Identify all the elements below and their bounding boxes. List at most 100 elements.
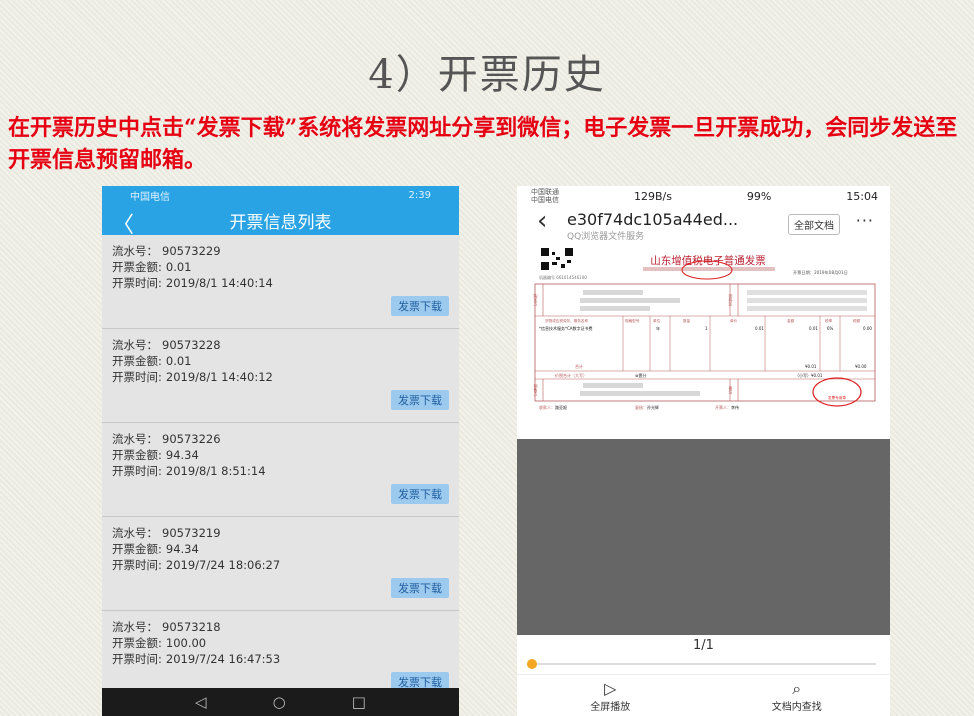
find-in-document-button[interactable]: ⌕ 文档内查找 [704, 675, 891, 716]
time-line: 开票时间: 2019/7/24 16:47:53 [112, 651, 449, 667]
serial-line: 流水号： 90573219 [112, 525, 449, 541]
buyer-section-label: 购买方 [534, 293, 539, 307]
serial-line: 流水号： 90573229 [112, 243, 449, 259]
nav-home-icon[interactable]: ○ [273, 693, 286, 711]
find-in-document-label: 文档内查找 [771, 701, 822, 713]
invoice-item-tax: 0.00 [863, 326, 872, 331]
amount-label: 开票金额: [112, 448, 162, 462]
invoice-download-button[interactable]: 发票下载 [391, 390, 449, 410]
amount-label: 开票金额: [112, 636, 162, 650]
svg-text:单位: 单位 [653, 318, 661, 323]
svg-text:货物或应税劳务、服务名称: 货物或应税劳务、服务名称 [545, 318, 589, 323]
android-nav-bar: ◁ ○ □ [102, 688, 459, 716]
slide-description: 在开票历史中点击“发票下载”系统将发票网址分享到微信；电子发票一旦开票成功，会同… [8, 115, 958, 173]
svg-text:机器编号 661014546100: 机器编号 661014546100 [539, 274, 587, 280]
carrier-2: 中国电信 [531, 196, 559, 204]
time-line: 开票时间: 2019/8/1 14:40:14 [112, 275, 449, 291]
nav-recent-icon[interactable]: □ [352, 693, 366, 711]
invoice-download-button[interactable]: 发票下载 [391, 296, 449, 316]
invoice-sum-amount: ¥0.01 [805, 364, 817, 369]
carrier-text: 中国电信 [130, 192, 170, 203]
back-icon[interactable]: ‹ [537, 206, 547, 236]
serial-value: 90573228 [162, 338, 221, 352]
page-slider[interactable] [531, 663, 876, 665]
time-label: 开票时间: [112, 652, 162, 666]
serial-label: 流水号： [112, 526, 158, 540]
amount-line: 开票金额: 0.01 [112, 353, 449, 369]
svg-text:税率: 税率 [825, 318, 833, 323]
invoice-item-name: *信息技术服务*CA数字证书费 [539, 325, 593, 331]
serial-value: 90573218 [162, 620, 221, 634]
serial-line: 流水号： 90573218 [112, 619, 449, 635]
slide-title: 4）开票历史 [368, 52, 606, 98]
amount-value: 0.01 [165, 260, 192, 274]
page-title: 开票信息列表 [229, 212, 332, 233]
page-slider-handle[interactable] [527, 659, 537, 669]
serial-value: 90573226 [162, 432, 221, 446]
svg-text:规格型号: 规格型号 [625, 318, 640, 323]
time-text: 15:04 [846, 189, 878, 203]
serial-value: 90573219 [162, 526, 221, 540]
time-value: 2019/8/1 14:40:14 [165, 276, 273, 290]
carrier-1: 中国联通 [531, 188, 559, 196]
document-title: e30f74dc105a44ed... [567, 210, 739, 229]
invoice-item-amount: 0.01 [809, 326, 818, 331]
amount-value: 0.01 [165, 354, 192, 368]
amount-label: 开票金额: [112, 542, 162, 556]
time-text: 2:39 [408, 190, 431, 201]
invoice-download-button[interactable]: 发票下载 [391, 578, 449, 598]
svg-text:金额: 金额 [787, 318, 795, 323]
invoice-item-unit: 年 [656, 325, 660, 331]
serial-label: 流水号： [112, 338, 158, 352]
svg-text:单价: 单价 [730, 318, 738, 323]
invoice-download-button[interactable]: 发票下载 [391, 484, 449, 504]
viewer-bottom-toolbar: ▷ 全屏播放 ⌕ 文档内查找 [517, 674, 890, 716]
invoice-sum-tax: ¥0.00 [855, 364, 867, 369]
network-speed: 129B/s [633, 189, 672, 203]
amount-value: 94.34 [165, 448, 199, 462]
svg-text:数量: 数量 [683, 318, 691, 323]
left-phone-screenshot: 中国电信 2:39 〈 开票信息列表 流水号： 90573229 开票金额: 0.01… [102, 186, 459, 716]
time-line: 开票时间: 2019/8/1 8:51:14 [112, 463, 449, 479]
invoice-total-small: （小写）¥0.01 [795, 372, 823, 378]
amount-value: 100.00 [165, 636, 207, 650]
time-label: 开票时间: [112, 276, 162, 290]
seller-section-label: 销售方 [534, 383, 539, 397]
amount-line: 开票金额: 94.34 [112, 541, 449, 557]
search-icon: ⌕ [792, 678, 802, 698]
page-indicator: 1/1 [693, 638, 714, 653]
serial-line: 流水号： 90573226 [112, 431, 449, 447]
serial-line: 流水号： 90573228 [112, 337, 449, 353]
invoice-total-label: 价税合计（大写） [555, 372, 587, 378]
invoice-record-list: 流水号： 90573229 开票金额: 0.01 开票时间: 2019/8/1 14:40… [102, 235, 459, 705]
invoice-image: 机器编号 661014546100 山东增值税电子普通发票 开票日期：2019年… [525, 244, 883, 439]
all-documents-button[interactable]: 全部文档 [788, 214, 840, 235]
password-section-label: 密码区 [729, 293, 734, 306]
invoice-total-row-label: 合计 [575, 363, 583, 369]
time-value: 2019/7/24 16:47:53 [165, 652, 281, 666]
serial-label: 流水号： [112, 620, 158, 634]
serial-label: 流水号： [112, 244, 158, 258]
amount-line: 开票金额: 94.34 [112, 447, 449, 463]
invoice-column-headers: 货物或应税劳务、服务名称 规格型号 单位 数量 单价 金额 税率 税额 [545, 318, 861, 323]
serial-label: 流水号： [112, 432, 158, 446]
fullscreen-play-button[interactable]: ▷ 全屏播放 [517, 675, 704, 716]
more-icon[interactable]: ··· [856, 211, 874, 230]
time-label: 开票时间: [112, 370, 162, 384]
time-label: 开票时间: [112, 464, 162, 478]
carrier-text: 中国联通 中国电信 [531, 188, 559, 204]
invoice-total-words: ⊗壹分 [635, 372, 646, 378]
time-value: 2019/8/1 14:40:12 [165, 370, 273, 384]
time-value: 2019/8/1 8:51:14 [165, 464, 266, 478]
list-item: 流水号： 90573228 开票金额: 0.01 开票时间: 2019/8/1 14:40… [102, 329, 459, 423]
invoice-date: 开票日期：2019年08月01日 [793, 269, 848, 276]
fullscreen-play-label: 全屏播放 [590, 701, 631, 713]
amount-label: 开票金额: [112, 260, 162, 274]
right-phone-screenshot: 中国联通 中国电信 129B/s 99% 15:04 ‹ e30f74dc105… [517, 186, 890, 716]
app-header: 〈 开票信息列表 [102, 205, 459, 238]
time-label: 开票时间: [112, 558, 162, 572]
viewer-header: ‹ e30f74dc105a44ed... QQ浏览器文件服务 全部文档 ··· [517, 206, 890, 242]
time-line: 开票时间: 2019/7/24 18:06:27 [112, 557, 449, 573]
svg-text:开票人：李伟: 开票人：李伟 [715, 404, 739, 410]
nav-back-icon[interactable]: ◁ [195, 693, 207, 711]
